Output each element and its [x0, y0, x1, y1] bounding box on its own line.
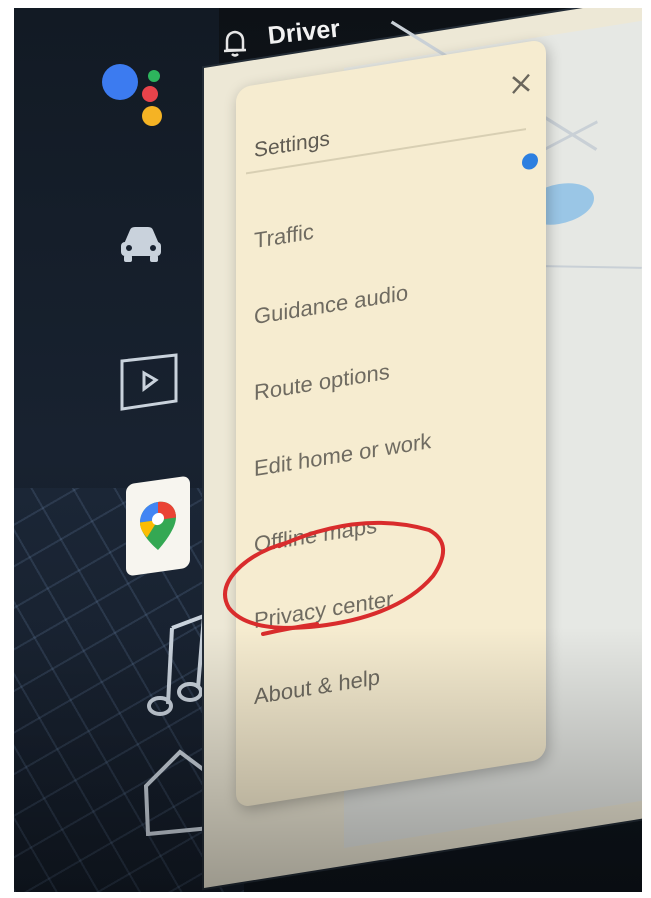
google-maps-app-tile[interactable] [126, 475, 190, 577]
assistant-dot-yellow [142, 106, 162, 126]
assistant-dot-blue [102, 64, 138, 100]
assistant-dot-red [142, 86, 158, 102]
assistant-dot-green [148, 70, 160, 82]
car-icon[interactable] [118, 222, 164, 264]
media-play-icon[interactable] [118, 351, 180, 413]
settings-menu: Settings Traffic Guidance audio Route op… [254, 78, 524, 735]
traffic-toggle[interactable] [522, 152, 538, 171]
notification-bell-icon[interactable] [222, 28, 248, 58]
settings-panel: Settings Traffic Guidance audio Route op… [236, 38, 546, 809]
music-note-icon[interactable] [142, 608, 212, 718]
google-maps-icon [140, 501, 176, 550]
google-assistant-icon[interactable] [102, 60, 172, 140]
car-display-photo: Driver Settings Traffic Guidance audio R… [14, 8, 642, 892]
